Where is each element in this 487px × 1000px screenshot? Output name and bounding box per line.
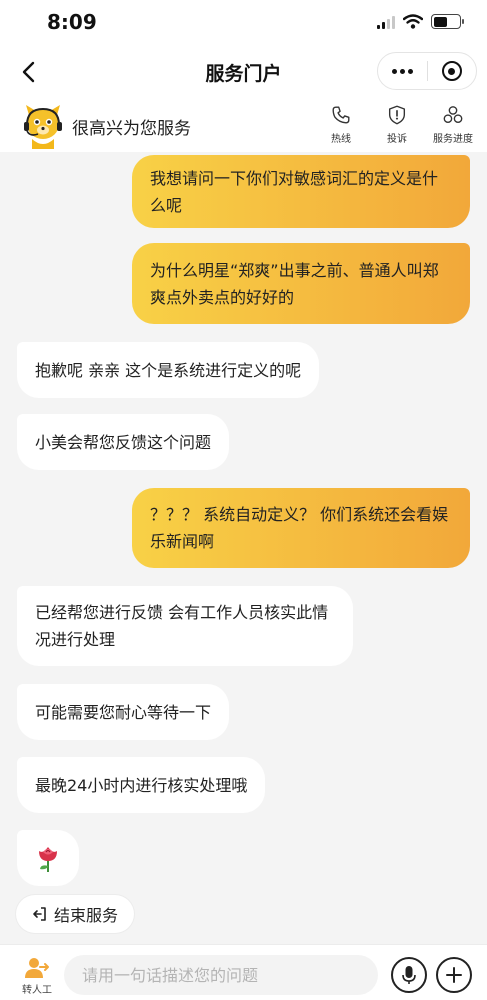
bot-message-bubble[interactable]: 最晚24小时内进行核实处理哦 [17,757,266,813]
signal-icon [377,15,395,29]
exit-icon [33,907,46,921]
assistant-avatar [24,105,62,149]
battery-icon [431,14,464,29]
chat-messages: 我想请问一下你们对敏感词汇的定义是什么呢 为什么明星“郑爽”出事之前、普通人叫郑… [0,152,487,944]
phone-icon [332,106,350,124]
message-input[interactable] [64,955,378,995]
voice-button[interactable] [391,957,427,993]
wifi-icon [403,14,423,29]
end-service-label: 结束服务 [54,906,119,925]
miniprogram-capsule [377,52,477,90]
hotline-button[interactable]: 热线 [313,104,369,145]
target-icon [441,61,462,81]
message-text: 抱歉呢 亲亲 这个是系统进行定义的呢 [35,360,302,380]
progress-icon [443,106,463,124]
shield-alert-icon [388,105,406,125]
transfer-label: 转人工 [22,985,52,996]
user-message-bubble[interactable]: ？？？ 系统自动定义？ 你们系统还会看娱乐新闻啊 [132,488,470,568]
more-button[interactable] [378,53,427,89]
service-header: 很高兴为您服务 热线 投诉 服务进度 [0,100,487,152]
complaint-button[interactable]: 投诉 [369,104,425,145]
rose-icon [39,847,57,872]
message-text: 我想请问一下你们对敏感词汇的定义是什么呢 [150,168,439,215]
status-icons [377,14,464,29]
end-service-button[interactable]: 结束服务 [16,895,135,933]
service-progress-button[interactable]: 服务进度 [425,104,481,145]
user-message-bubble[interactable]: 我想请问一下你们对敏感词汇的定义是什么呢 [132,155,470,228]
status-bar: 8:09 [0,0,487,44]
message-text: 最晚24小时内进行核实处理哦 [35,775,248,795]
more-actions-button[interactable] [436,957,472,993]
plus-icon [446,967,462,983]
welcome-text: 很高兴为您服务 [72,119,191,139]
hotline-label: 热线 [331,134,351,145]
nav-bar: 服务门户 [0,44,487,100]
bot-message-bubble[interactable]: 小美会帮您反馈这个问题 [17,414,230,470]
message-text: 小美会帮您反馈这个问题 [35,432,212,452]
message-text: ？？？ 系统自动定义？ 你们系统还会看娱乐新闻啊 [150,505,449,551]
message-text: 已经帮您进行反馈 会有工作人员核实此情况进行处理 [35,603,329,649]
user-message-bubble[interactable]: 为什么明星“郑爽”出事之前、普通人叫郑爽点外卖点的好好的 [132,243,470,324]
status-time: 8:09 [47,10,97,34]
message-text: 可能需要您耐心等待一下 [35,702,212,722]
microphone-icon [402,966,416,984]
complaint-label: 投诉 [387,134,407,145]
bot-message-bubble[interactable]: 可能需要您耐心等待一下 [17,684,230,740]
more-icon [391,68,413,74]
close-miniprogram-button[interactable] [428,53,477,89]
header-actions: 热线 投诉 服务进度 [313,104,481,145]
transfer-to-agent-button[interactable]: 转人工 [18,957,56,996]
bot-message-bubble[interactable]: 抱歉呢 亲亲 这个是系统进行定义的呢 [17,342,320,398]
service-progress-label: 服务进度 [433,134,473,145]
bot-emoji-bubble[interactable] [17,830,79,886]
message-text: 为什么明星“郑爽”出事之前、普通人叫郑爽点外卖点的好好的 [150,260,439,307]
bot-message-bubble[interactable]: 已经帮您进行反馈 会有工作人员核实此情况进行处理 [17,586,353,666]
input-bar: 转人工 [0,944,487,1000]
agent-icon [25,958,49,978]
